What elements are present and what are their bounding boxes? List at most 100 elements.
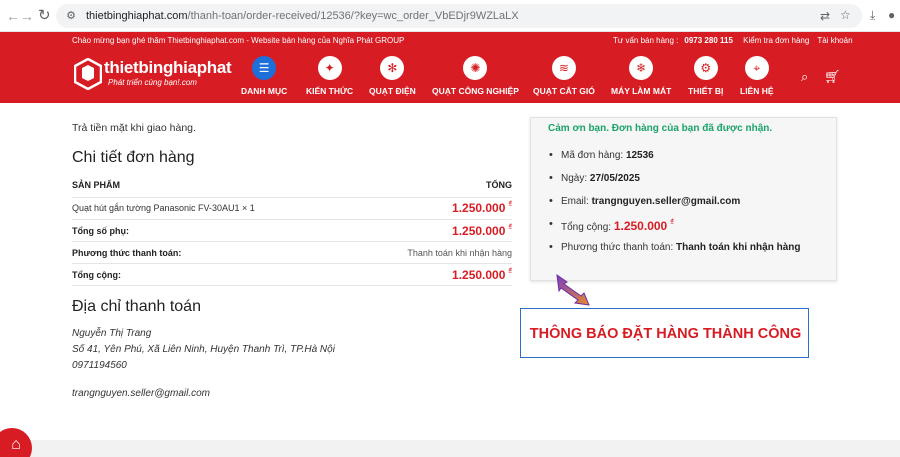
translate-icon[interactable]: ⇄	[820, 9, 830, 23]
menu-item-quat-cong-nghiep[interactable]: ✺ QUẠT CÔNG NGHIỆP	[432, 56, 519, 96]
order-email: trangnguyen.seller@gmail.com	[591, 196, 741, 207]
list-item: Tổng cộng: 1.250.000₫	[549, 218, 800, 242]
col-total-header: TỔNG	[486, 180, 512, 190]
order-details-table: SẢN PHẨM TỔNG Quạt hút gắn tường Panason…	[72, 176, 512, 286]
fan-icon: ✻	[380, 56, 405, 80]
menu-label: KIẾN THỨC	[306, 86, 354, 96]
subtotal-amount: 1.250.000	[452, 224, 506, 238]
payment-method-value: Thanh toán khi nhận hàng	[407, 248, 512, 258]
order-date: 27/05/2025	[589, 173, 640, 184]
order-date-label: Ngày:	[561, 173, 588, 184]
total-value: 1.250.000 ₫	[452, 268, 512, 282]
search-icon[interactable]: ⌕	[801, 69, 808, 85]
product-link[interactable]: Quạt hút gắn tường Panasonic FV-30AU1	[72, 203, 240, 213]
total-amount: 1.250.000	[452, 268, 506, 282]
menu-label: QUẠT ĐIỆN	[369, 86, 416, 96]
footer-strip	[0, 440, 900, 457]
menu-label: QUẠT CÔNG NGHIỆP	[432, 86, 519, 96]
site-header: Chào mừng bạn ghé thăm Thietbinghiaphat.…	[0, 32, 900, 103]
url-host: thietbinghiaphat.com	[86, 10, 188, 22]
payment-method-label: Phương thức thanh toán:	[72, 248, 182, 258]
product-cell: Quạt hút gắn tường Panasonic FV-30AU1 × …	[72, 203, 255, 213]
total-row: Tổng cộng: 1.250.000 ₫	[72, 264, 512, 286]
billing-name: Nguyễn Thị Trang	[72, 328, 152, 339]
menu-item-danh-muc[interactable]: ☰ DANH MỤC	[241, 56, 287, 96]
header-topline: Chào mừng bạn ghé thăm Thietbinghiaphat.…	[0, 32, 900, 50]
order-overview-list: Mã đơn hàng: 12536 Ngày: 27/05/2025 Emai…	[549, 149, 801, 265]
menu-label: LIÊN HỆ	[740, 86, 774, 96]
list-item: Mã đơn hàng: 12536	[549, 149, 800, 173]
billing-phone: 0971194560	[72, 360, 127, 371]
url-path: /thanh-toan/order-received/12536/?key=wc…	[187, 10, 519, 22]
hotline-link[interactable]: 0973 280 115	[684, 36, 733, 45]
location-pin-icon: ⌖	[744, 56, 769, 80]
order-method-label: Phương thức thanh toán:	[561, 242, 674, 253]
reload-icon[interactable]: ↻	[38, 6, 51, 24]
product-qty: × 1	[242, 203, 255, 213]
site-info-icon[interactable]: ⚙	[64, 9, 78, 23]
consult-label: Tư vấn bán hàng :	[613, 36, 679, 45]
industrial-fan-icon: ✺	[463, 56, 488, 80]
order-number-label: Mã đơn hàng:	[561, 150, 624, 161]
back-icon[interactable]: ←	[6, 8, 20, 24]
thank-you-message: Cảm ơn bạn. Đơn hàng của bạn đã được nhậ…	[548, 123, 773, 134]
header-top-links: Tư vấn bán hàng : 0973 280 115 Kiểm tra đ…	[613, 32, 859, 50]
currency-symbol: ₫	[508, 224, 512, 231]
download-icon[interactable]: ⤓	[870, 8, 875, 23]
menu-item-thiet-bi[interactable]: ⚙ THIẾT BỊ	[688, 56, 723, 96]
payment-note: Trả tiền mặt khi giao hàng.	[72, 122, 196, 134]
table-header-row: SẢN PHẨM TỔNG	[72, 176, 512, 198]
payment-method-row: Phương thức thanh toán: Thanh toán khi n…	[72, 242, 512, 264]
menu-label: MÁY LÀM MÁT	[611, 86, 672, 96]
order-confirmation-box: Cảm ơn bạn. Đơn hàng của bạn đã được nhậ…	[530, 117, 837, 281]
currency-symbol: ₫	[508, 201, 512, 208]
list-item: Email: trangnguyen.seller@gmail.com	[549, 195, 800, 219]
subtotal-label: Tổng số phụ:	[72, 226, 129, 236]
url-text[interactable]: thietbinghiaphat.com/thanh-toan/order-re…	[86, 9, 519, 23]
menu-label: THIẾT BỊ	[688, 86, 724, 96]
air-curtain-icon: ≋	[551, 56, 576, 80]
track-order-link[interactable]: Kiểm tra đơn hàng	[743, 36, 809, 45]
order-details-title: Chi tiết đơn hàng	[72, 149, 195, 166]
order-success-banner: THÔNG BÁO ĐẶT HÀNG THÀNH CÔNG	[520, 308, 809, 358]
list-item: Ngày: 27/05/2025	[549, 172, 800, 196]
order-total-label: Tổng cộng:	[561, 222, 612, 233]
subtotal-value: 1.250.000 ₫	[452, 224, 512, 238]
menu-list-icon: ☰	[252, 56, 277, 80]
browser-toolbar: ← → ↻ ⚙ thietbinghiaphat.com/thanh-toan/…	[0, 0, 900, 32]
order-total: 1.250.000 ₫	[614, 219, 674, 233]
item-price: 1.250.000 ₫	[452, 201, 512, 215]
menu-item-kien-thuc[interactable]: ✦ KIẾN THỨC	[306, 56, 353, 96]
billing-email: trangnguyen.seller@gmail.com	[72, 388, 210, 399]
main-menu: ☰ DANH MỤC ✦ KIẾN THỨC ✻ QUẠT ĐIỆN ✺ QUẠ…	[0, 56, 900, 102]
currency-symbol: ₫	[508, 268, 512, 275]
subtotal-row: Tổng số phụ: 1.250.000 ₫	[72, 220, 512, 242]
profile-icon[interactable]: ●	[888, 8, 895, 22]
order-email-label: Email:	[561, 196, 589, 207]
menu-item-quat-dien[interactable]: ✻ QUẠT ĐIỆN	[369, 56, 416, 96]
bookmark-star-icon[interactable]: ☆	[840, 8, 851, 22]
order-method: Thanh toán khi nhận hàng	[676, 242, 801, 253]
account-link[interactable]: Tài khoản	[817, 36, 852, 45]
cart-icon[interactable]: 🛒︎	[824, 69, 841, 85]
order-success-text: THÔNG BÁO ĐẶT HÀNG THÀNH CÔNG	[529, 326, 802, 342]
list-item: Phương thức thanh toán: Thanh toán khi n…	[549, 241, 801, 265]
billing-address-title: Địa chỉ thanh toán	[72, 298, 201, 315]
home-icon[interactable]: ⌂	[0, 428, 32, 457]
menu-item-lien-he[interactable]: ⌖ LIÊN HỆ	[740, 56, 774, 96]
lightbulb-icon: ✦	[317, 56, 342, 80]
col-product-header: SẢN PHẨM	[72, 180, 121, 190]
order-total-amount: 1.250.000	[613, 219, 668, 233]
menu-item-may-lam-mat[interactable]: ❄ MÁY LÀM MÁT	[611, 56, 671, 96]
menu-item-quat-cat-gio[interactable]: ≋ QUẠT CẮT GIÓ	[533, 56, 595, 96]
pointer-arrow-icon	[556, 273, 590, 306]
order-number: 12536	[625, 150, 654, 161]
item-price-value: 1.250.000	[452, 201, 506, 215]
menu-label: DANH MỤC	[241, 86, 288, 96]
menu-label: QUẠT CẮT GIÓ	[533, 86, 595, 96]
air-cooler-icon: ❄	[629, 56, 654, 80]
total-label: Tổng cộng:	[72, 270, 121, 280]
table-row: Quạt hút gắn tường Panasonic FV-30AU1 × …	[72, 198, 512, 220]
forward-icon[interactable]: →	[20, 8, 34, 24]
address-bar[interactable]: ⚙ thietbinghiaphat.com/thanh-toan/order-…	[56, 4, 862, 28]
